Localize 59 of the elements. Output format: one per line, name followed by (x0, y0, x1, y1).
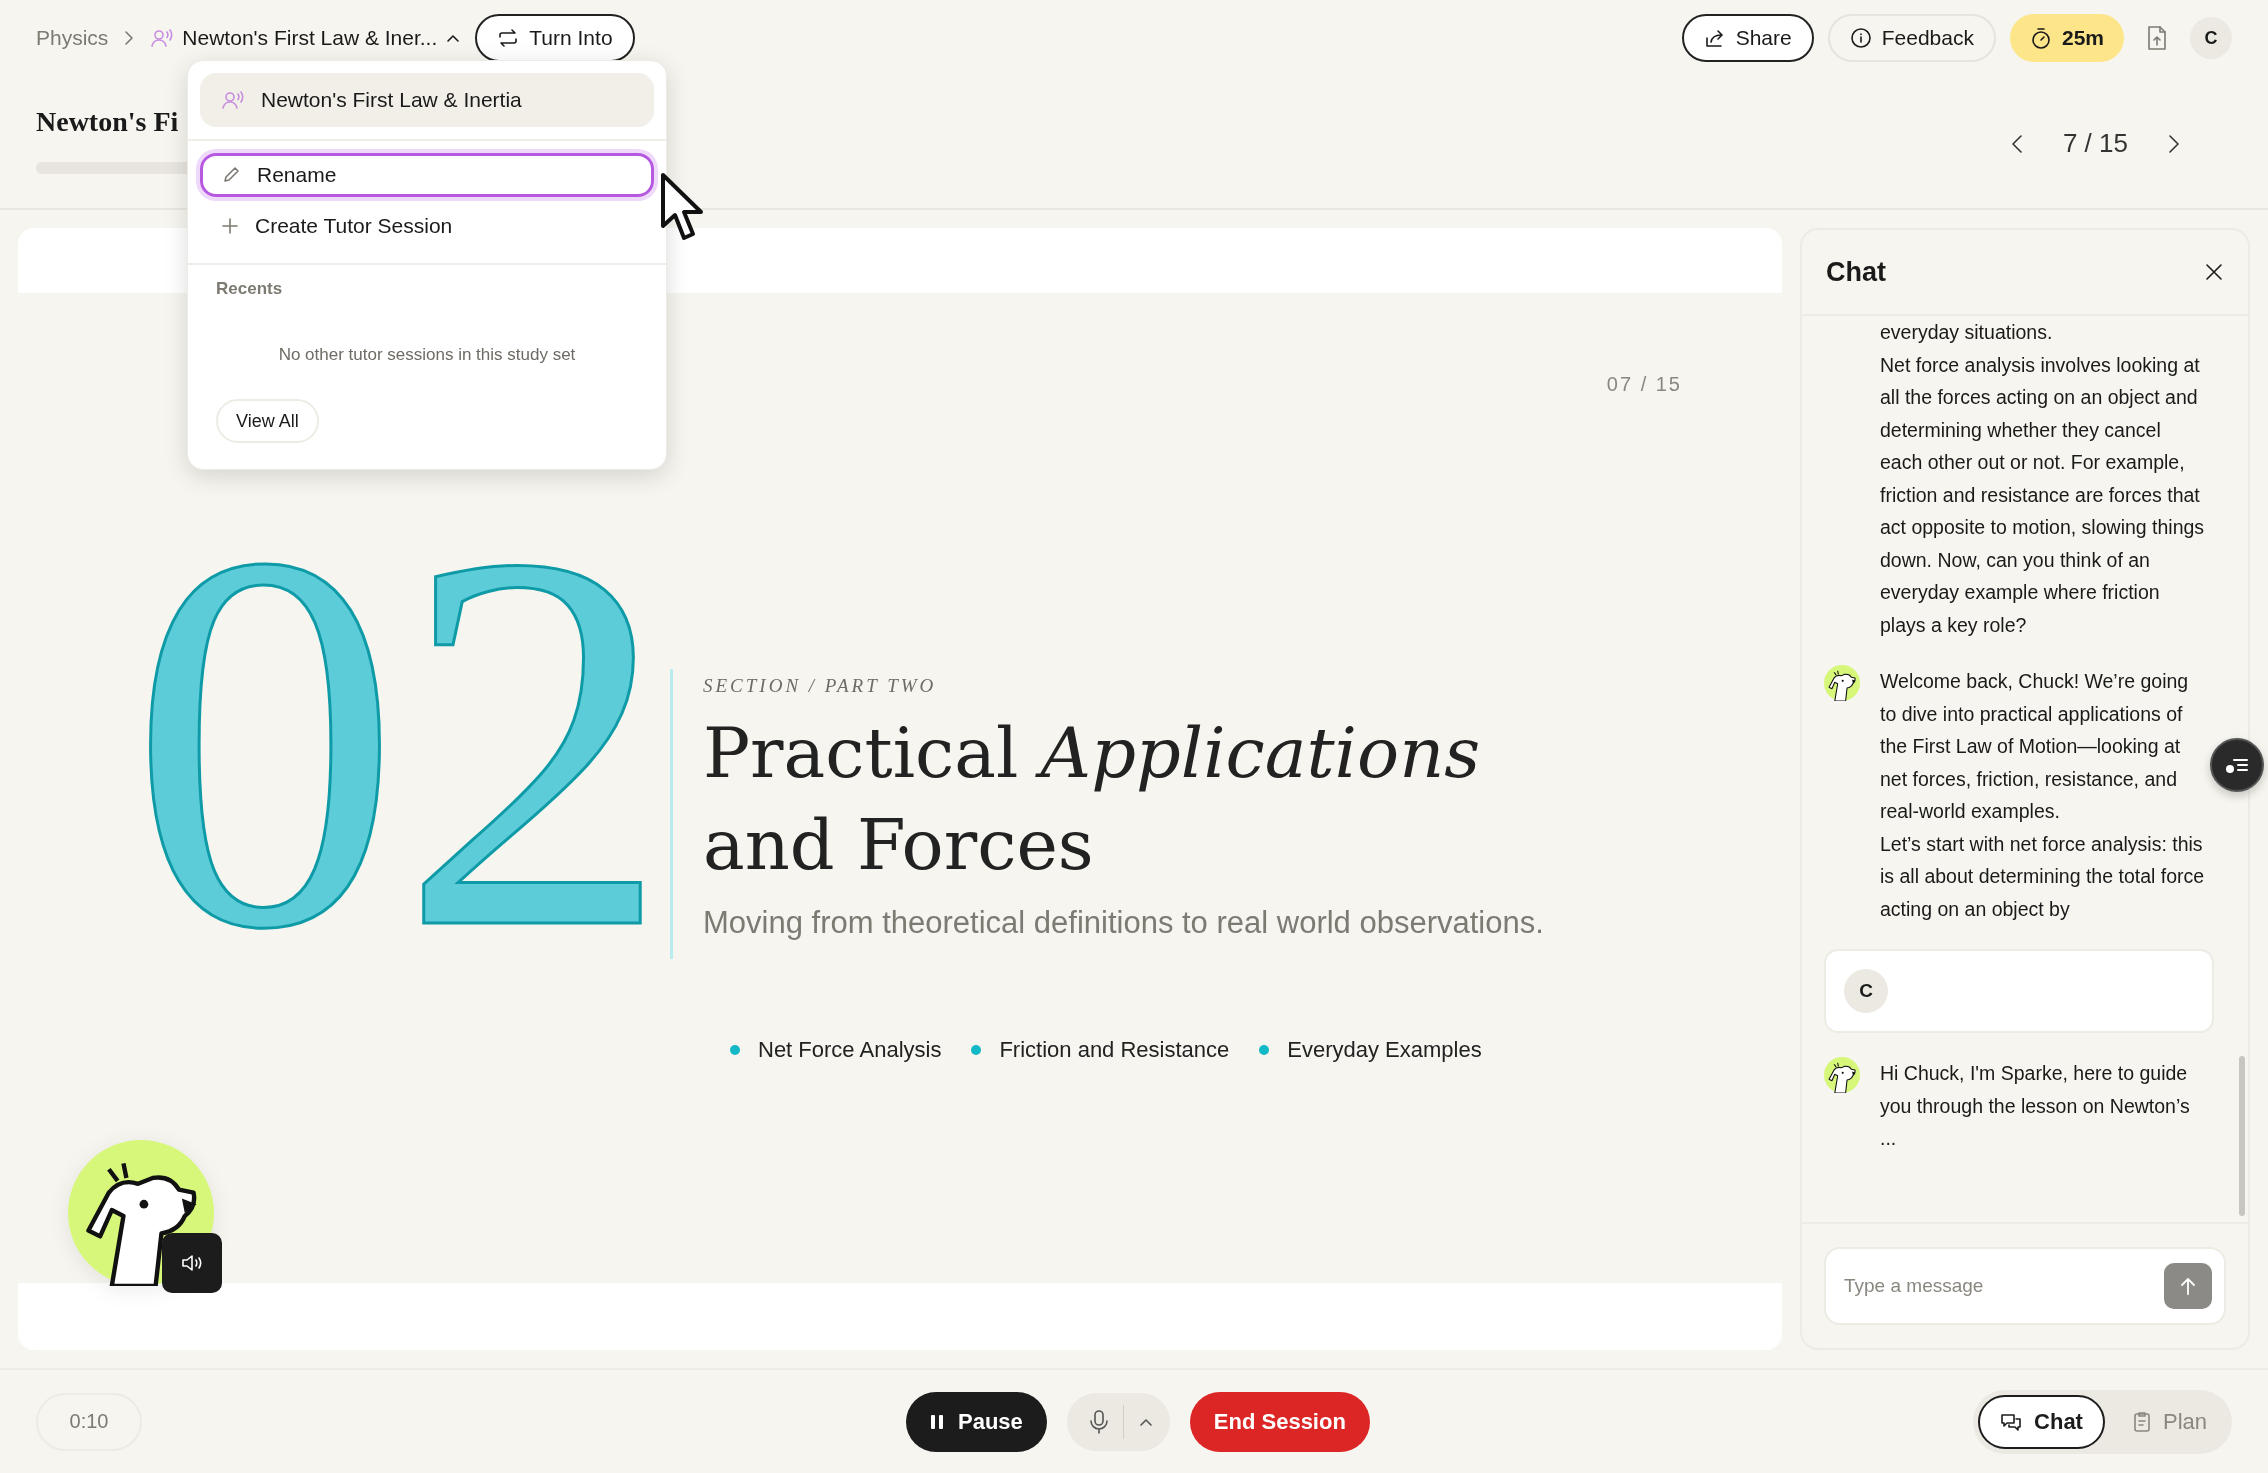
file-upload-icon[interactable] (2146, 25, 2168, 51)
view-all-button[interactable]: View All (216, 399, 319, 443)
chat-title: Chat (1826, 256, 1886, 288)
section-number: 02 (130, 471, 670, 941)
breadcrumb-link[interactable]: Physics (36, 26, 109, 50)
slide-page-number: 07 / 15 (1606, 373, 1682, 396)
bullet-text: Friction and Resistance (999, 1037, 1230, 1063)
feedback-button[interactable]: Feedback (1827, 14, 1996, 62)
plus-icon (221, 217, 239, 235)
user-avatar[interactable]: C (2190, 17, 2232, 59)
info-icon (1849, 27, 1872, 49)
stopwatch-icon (2029, 27, 2052, 49)
convert-icon (497, 28, 520, 48)
timer-badge[interactable]: 25m (2009, 14, 2124, 62)
bullet-dot (1259, 1045, 1270, 1055)
speaker-icon (180, 1252, 204, 1274)
turn-into-button[interactable]: Turn Into (475, 14, 635, 62)
message-text: Net force analysis involves looking at all the forces acting on an object and determining whether they cancel each other out or not. For example, friction and resistance are forces that act opposite to motion, slowing things down. Now, can you think of an everyday example where friction plays a key role? (1880, 352, 2206, 638)
user-avatar: C (1844, 969, 1888, 1013)
end-session-button[interactable]: End Session (1189, 1391, 1370, 1452)
message-text: Welcome back, Chuck! We’re going to dive into practical applications of the First Law of Motion—looking at net forces, friction, resistance, and real-world examples. (1880, 669, 2190, 824)
scrollbar[interactable] (2239, 1056, 2245, 1216)
chat-bubbles-icon (2000, 1411, 2023, 1432)
close-icon[interactable] (2204, 262, 2224, 282)
page-counter: 7 / 15 (2062, 128, 2128, 159)
empty-message: No other tutor sessions in this study set (277, 345, 577, 365)
message-text: Let’s start with net force analysis: this is all about determining the total force acting on an object by (1880, 831, 2206, 922)
recents-label: Recents (216, 279, 284, 299)
arrow-up-icon (2179, 1276, 2197, 1296)
menu-item[interactable]: Newton's First Law & Inertia (200, 73, 654, 127)
section-label: SECTION / PART TWO (703, 675, 938, 697)
session-dropdown[interactable]: Newton's First Law & Iner... (150, 26, 462, 50)
bullet-dot (730, 1045, 740, 1055)
pencil-icon (221, 165, 241, 185)
microphone-icon[interactable] (1088, 1408, 1109, 1435)
message-input[interactable]: Type a message (1824, 1247, 2226, 1325)
bullet-dot (971, 1045, 982, 1055)
speaker-button[interactable] (162, 1233, 222, 1293)
tutor-avatar (1824, 665, 1860, 701)
send-button[interactable] (2164, 1263, 2212, 1309)
pause-icon (930, 1412, 944, 1431)
menu-item[interactable]: Create Tutor Session (200, 201, 654, 251)
share-icon (1703, 28, 1726, 48)
message-text: Hi Chuck, I'm Sparke, here to guide you through the lesson on Newton’s ... (1880, 1061, 2191, 1151)
share-button[interactable]: Share (1681, 14, 1814, 62)
slide-heading: Practical Applications and Forces (703, 711, 1482, 888)
person-voice-icon (150, 28, 175, 48)
bullet-text: Net Force Analysis (758, 1037, 942, 1063)
pause-button[interactable]: Pause (906, 1391, 1047, 1452)
caret-up-icon (445, 32, 462, 44)
slide-subtitle: Moving from theoretical definitions to real world observations. (703, 905, 1544, 941)
outline-button[interactable] (2210, 738, 2264, 792)
view-tab[interactable]: Chat (1978, 1394, 2105, 1449)
clipboard-icon (2132, 1410, 2151, 1433)
elapsed-time: 0:10 (36, 1392, 142, 1451)
bullet-text: Everyday Examples (1287, 1037, 1482, 1063)
person-voice-icon (221, 90, 245, 110)
message-text: everyday situations. (1880, 320, 2054, 345)
tutor-avatar (1824, 1057, 1860, 1093)
